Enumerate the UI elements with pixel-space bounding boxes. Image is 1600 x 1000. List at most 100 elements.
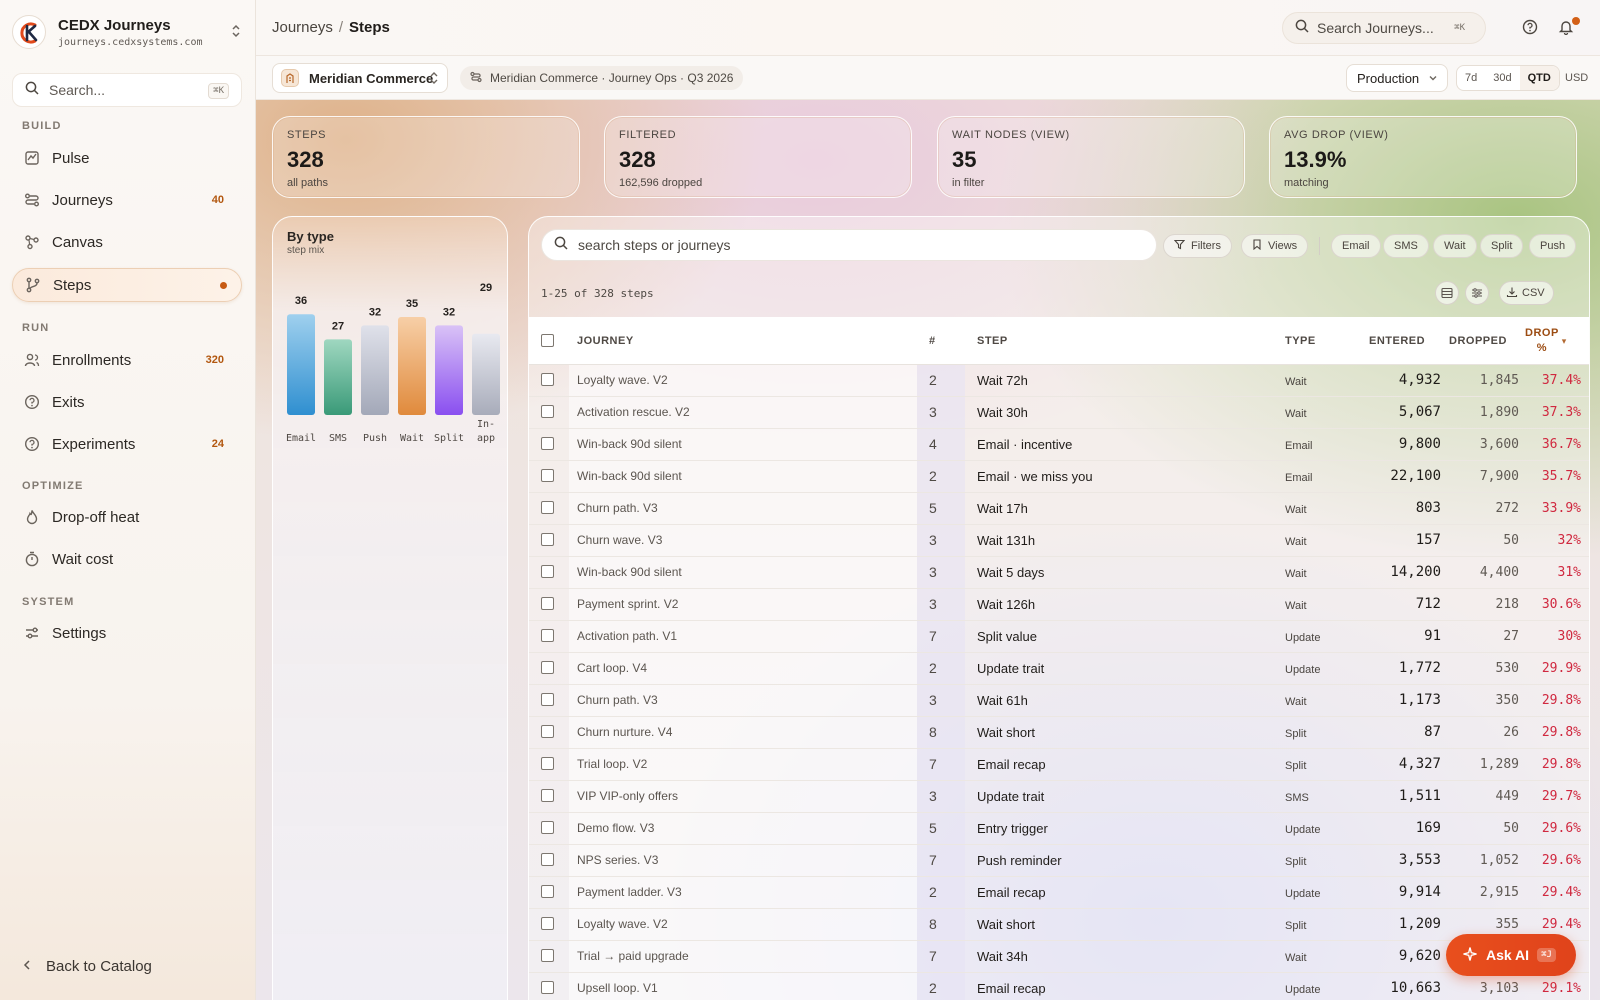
cell-journey[interactable]: Activation path. V1 (569, 621, 917, 652)
cell-step[interactable]: Wait 34h (977, 941, 1028, 972)
cell-journey[interactable]: Churn wave. V3 (569, 525, 917, 556)
cell-step[interactable]: Split value (977, 621, 1037, 652)
columns-button[interactable] (1465, 281, 1489, 305)
table-row[interactable]: Payment ladder. V3 2 Email recap Update 9,91… (529, 877, 1589, 909)
cell-step[interactable]: Email · incentive (977, 429, 1072, 460)
cell-step[interactable]: Wait short (977, 717, 1035, 748)
row-checkbox[interactable] (541, 501, 554, 514)
bar-email[interactable] (287, 314, 315, 415)
bar-split[interactable] (435, 325, 463, 415)
range-30d[interactable]: 30d (1485, 66, 1519, 90)
sidebar-item-steps[interactable]: Steps (12, 268, 242, 302)
sidebar-item-journeys[interactable]: Journeys 40 (12, 183, 242, 217)
row-checkbox[interactable] (541, 821, 554, 834)
row-checkbox[interactable] (541, 565, 554, 578)
col-journey[interactable]: JOURNEY (577, 335, 634, 347)
row-checkbox[interactable] (541, 437, 554, 450)
cell-step[interactable]: Wait 126h (977, 589, 1035, 620)
table-row[interactable]: Churn wave. V3 3 Wait 131h Wait 157 50 32% (529, 525, 1589, 557)
cell-step[interactable]: Wait 17h (977, 493, 1028, 524)
table-row[interactable]: Win-back 90d silent 4 Email · incentive Ema… (529, 429, 1589, 461)
cell-step[interactable]: Email recap (977, 973, 1046, 1000)
table-row[interactable]: Trial loop. V2 7 Email recap Split 4,327 1,28… (529, 749, 1589, 781)
cell-step[interactable]: Push reminder (977, 845, 1062, 876)
bar-sms[interactable] (324, 339, 352, 415)
row-checkbox[interactable] (541, 981, 554, 994)
col-entered[interactable]: ENTERED (1369, 335, 1425, 347)
col-drop-percent[interactable]: DROP % ▾ (1525, 326, 1566, 356)
table-row[interactable]: Demo flow. V3 5 Entry trigger Update 169 50 29… (529, 813, 1589, 845)
cell-journey[interactable]: Payment sprint. V2 (569, 589, 917, 620)
cell-step[interactable]: Email · we miss you (977, 461, 1093, 492)
type-chip-push[interactable]: Push (1529, 234, 1577, 258)
export-csv-button[interactable]: CSV (1499, 281, 1554, 305)
table-row[interactable]: Win-back 90d silent 2 Email · we miss you E… (529, 461, 1589, 493)
type-chip-split[interactable]: Split (1480, 234, 1524, 258)
row-checkbox[interactable] (541, 629, 554, 642)
currency-toggle[interactable]: USD (1565, 72, 1588, 84)
cell-journey[interactable]: Trial → paid upgrade (569, 941, 917, 972)
sidebar-item-wait-cost[interactable]: Wait cost (12, 542, 242, 576)
row-checkbox[interactable] (541, 405, 554, 418)
cell-step[interactable]: Wait 72h (977, 365, 1028, 396)
cell-journey[interactable]: Activation rescue. V2 (569, 397, 917, 428)
row-checkbox[interactable] (541, 885, 554, 898)
range-qtd[interactable]: QTD (1519, 66, 1559, 90)
sidebar-item-pulse[interactable]: Pulse (12, 141, 242, 175)
bar-push[interactable] (361, 325, 389, 415)
table-row[interactable]: NPS series. V3 7 Push reminder Split 3,553 1,… (529, 845, 1589, 877)
col-step[interactable]: STEP (977, 335, 1008, 347)
range-7d[interactable]: 7d (1457, 66, 1485, 90)
org-select[interactable]: Meridian Commerce (272, 63, 448, 93)
table-row[interactable]: Cart loop. V4 2 Update trait Update 1,772 530… (529, 653, 1589, 685)
select-all-checkbox[interactable] (541, 334, 554, 347)
sidebar-item-settings[interactable]: Settings (12, 616, 242, 650)
table-row[interactable]: Trial → paid upgrade 7 Wait 34h Wait 9,620 (529, 941, 1589, 973)
cell-step[interactable]: Wait 61h (977, 685, 1028, 716)
row-checkbox[interactable] (541, 693, 554, 706)
ask-ai-button[interactable]: Ask AI ⌘J (1446, 934, 1576, 976)
sidebar-item-enrollments[interactable]: Enrollments 320 (12, 343, 242, 377)
row-checkbox[interactable] (541, 757, 554, 770)
sidebar-search[interactable]: Search... ⌘K (12, 73, 242, 107)
row-checkbox[interactable] (541, 533, 554, 546)
cell-step[interactable]: Wait short (977, 909, 1035, 940)
sidebar-item-exits[interactable]: Exits (12, 385, 242, 419)
cell-journey[interactable]: Loyalty wave. V2 (569, 909, 917, 940)
cell-journey[interactable]: Win-back 90d silent (569, 429, 917, 460)
type-chip-sms[interactable]: SMS (1383, 234, 1429, 258)
cell-journey[interactable]: Cart loop. V4 (569, 653, 917, 684)
table-search[interactable]: search steps or journeys (541, 229, 1157, 261)
table-row[interactable]: Churn nurture. V4 8 Wait short Split 87 26 29.… (529, 717, 1589, 749)
cell-journey[interactable]: Churn nurture. V4 (569, 717, 917, 748)
cell-journey[interactable]: Upsell loop. V1 (569, 973, 917, 1000)
cell-step[interactable]: Entry trigger (977, 813, 1048, 844)
row-checkbox[interactable] (541, 949, 554, 962)
cell-journey[interactable]: Loyalty wave. V2 (569, 365, 917, 396)
row-checkbox[interactable] (541, 373, 554, 386)
cell-journey[interactable]: Churn path. V3 (569, 493, 917, 524)
sidebar-item-drop-off-heat[interactable]: Drop-off heat (12, 500, 242, 534)
cell-journey[interactable]: NPS series. V3 (569, 845, 917, 876)
cell-step[interactable]: Email recap (977, 749, 1046, 780)
table-row[interactable]: Loyalty wave. V2 8 Wait short Split 1,209 355… (529, 909, 1589, 941)
filters-button[interactable]: Filters (1163, 234, 1232, 258)
cell-step[interactable]: Update trait (977, 781, 1044, 812)
table-row[interactable]: Loyalty wave. V2 2 Wait 72h Wait 4,932 1,845 3… (529, 365, 1589, 397)
table-row[interactable]: Churn path. V3 3 Wait 61h Wait 1,173 350 29.8% (529, 685, 1589, 717)
row-checkbox[interactable] (541, 469, 554, 482)
cell-journey[interactable]: Win-back 90d silent (569, 557, 917, 588)
col-step-number[interactable]: # (929, 335, 936, 347)
table-row[interactable]: Win-back 90d silent 3 Wait 5 days Wait 14,20… (529, 557, 1589, 589)
cell-journey[interactable]: Churn path. V3 (569, 685, 917, 716)
table-row[interactable]: VIP VIP-only offers 3 Update trait SMS 1,511… (529, 781, 1589, 813)
bar-in-app[interactable] (472, 333, 500, 415)
cell-journey[interactable]: Payment ladder. V3 (569, 877, 917, 908)
row-checkbox[interactable] (541, 789, 554, 802)
col-type[interactable]: TYPE (1285, 335, 1316, 347)
table-row[interactable]: Activation rescue. V2 3 Wait 30h Wait 5,067 1… (529, 397, 1589, 429)
row-checkbox[interactable] (541, 661, 554, 674)
back-to-catalog-link[interactable]: Back to Catalog (22, 958, 152, 975)
density-button[interactable] (1435, 281, 1459, 305)
cell-step[interactable]: Email recap (977, 877, 1046, 908)
